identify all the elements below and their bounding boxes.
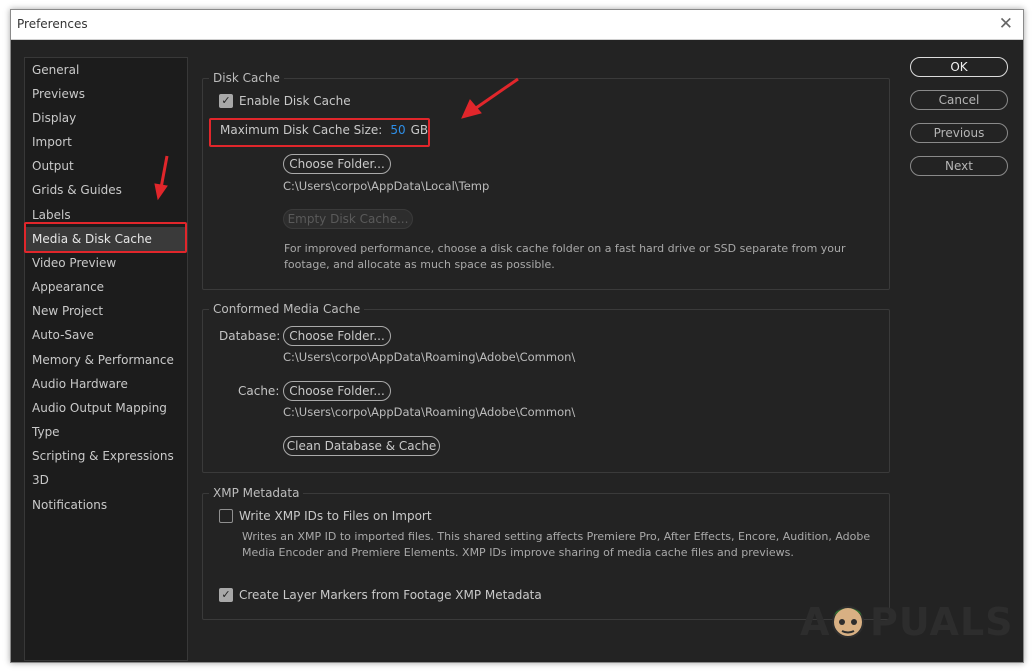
appuals-watermark: A PUALS	[800, 600, 1013, 644]
watermark-text-right: PUALS	[870, 600, 1014, 644]
watermark-text-left: A	[800, 600, 831, 644]
arrow-left-icon	[461, 77, 519, 119]
arrow-down-icon	[154, 155, 169, 201]
annotation-arrows	[154, 77, 519, 201]
mascot-icon	[832, 606, 864, 638]
